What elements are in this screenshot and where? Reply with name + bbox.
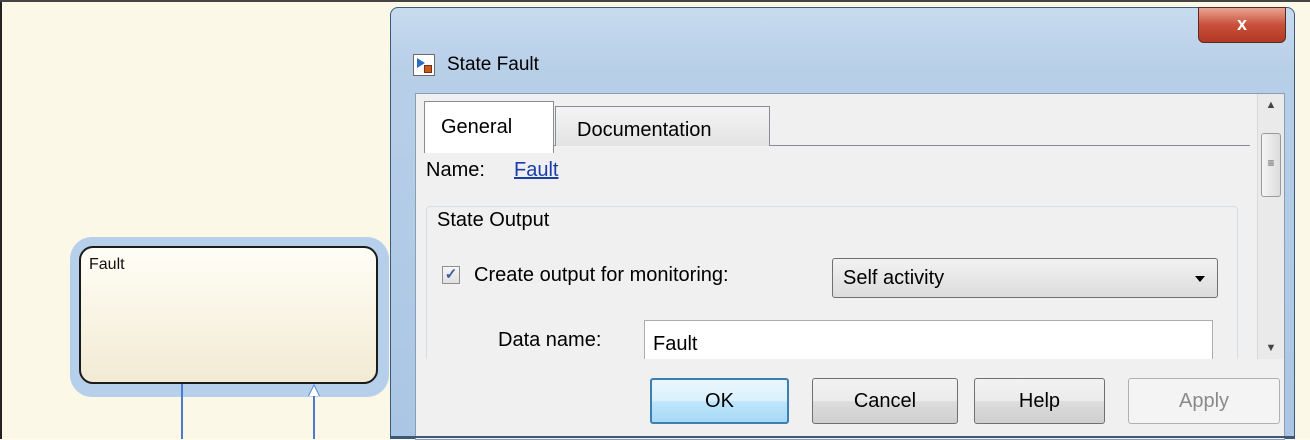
canvas-border [0, 0, 1310, 2]
transition-arrowhead-fill [309, 386, 319, 396]
tab-documentation[interactable]: Documentation [555, 106, 770, 146]
name-label: Name: [426, 159, 485, 181]
check-icon: ✓ [444, 266, 458, 283]
name-link[interactable]: Fault [514, 159, 558, 182]
state-label: Fault [89, 256, 125, 273]
cancel-button[interactable]: Cancel [812, 378, 958, 424]
monitoring-checkbox-label[interactable]: Create output for monitoring: [474, 264, 729, 287]
stateflow-icon [413, 54, 435, 76]
state-properties-dialog: State Fault x General Documentation Name… [390, 7, 1295, 440]
scroll-thumb[interactable]: ≡ [1261, 133, 1281, 197]
transition-line[interactable] [181, 384, 183, 439]
dialog-client-area: General Documentation Name: Fault State … [415, 93, 1285, 440]
monitoring-checkbox[interactable]: ✓ [442, 266, 460, 284]
close-button[interactable]: x [1198, 7, 1286, 43]
vertical-scrollbar[interactable]: ▲ ≡ ▼ [1257, 94, 1284, 359]
state-square [424, 65, 432, 73]
data-name-label: Data name: [498, 329, 602, 351]
scroll-down-icon[interactable]: ▼ [1258, 337, 1284, 359]
transition-line[interactable] [313, 394, 315, 439]
group-title: State Output [433, 209, 554, 232]
ok-button[interactable]: OK [650, 378, 789, 424]
chevron-down-icon [1195, 276, 1205, 282]
data-name-field[interactable] [644, 320, 1213, 359]
dialog-title: State Fault [447, 54, 539, 75]
tab-general[interactable]: General [424, 101, 554, 153]
apply-button[interactable]: Apply [1128, 378, 1280, 424]
output-type-select[interactable]: Self activity [832, 258, 1218, 298]
help-button[interactable]: Help [974, 378, 1105, 424]
scroll-up-icon[interactable]: ▲ [1258, 94, 1284, 116]
close-icon: x [1236, 14, 1247, 34]
select-value: Self activity [843, 267, 945, 289]
canvas-border [0, 0, 2, 439]
scrollable-content: General Documentation Name: Fault State … [416, 94, 1257, 359]
dialog-frame-bottom [391, 436, 1294, 438]
state-fault-box[interactable]: Fault [79, 246, 378, 384]
